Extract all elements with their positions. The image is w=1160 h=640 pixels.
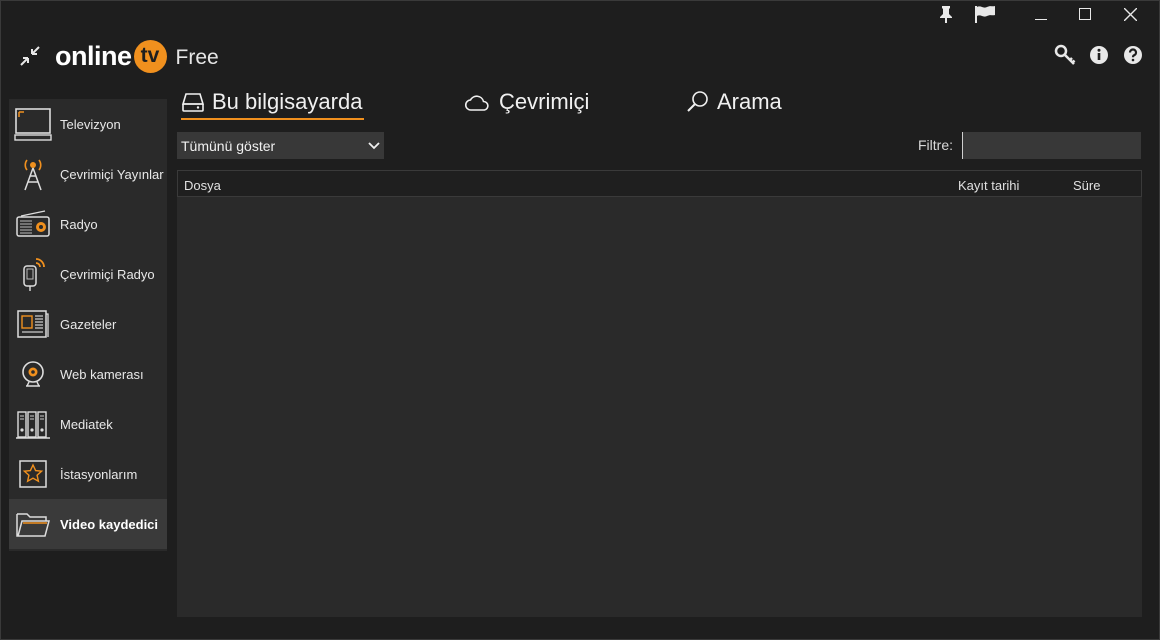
sidebar-item-cevrimici-yayinlar[interactable]: Çevrimiçi Yayınlar xyxy=(9,149,167,199)
column-header-sure[interactable]: Süre xyxy=(1073,178,1100,193)
select-value: Tümünü göster xyxy=(181,137,276,154)
brand-name: online xyxy=(55,40,132,71)
webcam-icon xyxy=(14,355,52,393)
hard-drive-icon xyxy=(181,91,212,113)
help-icon[interactable] xyxy=(1121,43,1145,67)
sidebar-item-televizyon[interactable]: Televizyon xyxy=(9,99,167,149)
filter-input[interactable] xyxy=(962,132,1141,159)
info-icon[interactable] xyxy=(1087,43,1111,67)
tab-bu-bilgisayarda[interactable]: Bu bilgisayarda xyxy=(181,87,365,120)
sidebar-item-label: İstasyonlarım xyxy=(60,466,138,482)
sidebar-item-mediatek[interactable]: Mediatek xyxy=(9,399,167,449)
chevron-down-icon xyxy=(368,141,380,150)
tab-label: Arama xyxy=(717,89,782,114)
column-header-kayit-tarihi[interactable]: Kayıt tarihi xyxy=(958,178,1019,193)
radio-icon xyxy=(14,205,52,243)
tab-arama[interactable]: Arama xyxy=(686,87,782,117)
sidebar: Televizyon Çevrimiçi Yayınlar Radyo Çevr… xyxy=(9,99,167,551)
mobile-radio-icon xyxy=(14,255,52,293)
key-icon[interactable] xyxy=(1053,43,1077,67)
brand-tv-badge: tv xyxy=(133,39,167,73)
cloud-icon xyxy=(464,92,499,112)
tab-label: Çevrimiçi xyxy=(499,89,590,114)
tab-label: Bu bilgisayarda xyxy=(212,89,363,114)
sidebar-item-radyo[interactable]: Radyo xyxy=(9,199,167,249)
flag-icon[interactable] xyxy=(973,1,997,27)
sidebar-item-label: Gazeteler xyxy=(60,316,117,332)
maximize-icon[interactable] xyxy=(1073,1,1097,27)
tv-icon xyxy=(14,105,52,143)
sidebar-item-label: Çevrimiçi Radyo xyxy=(60,266,155,282)
sidebar-item-label: Çevrimiçi Yayınlar xyxy=(60,166,164,182)
sidebar-item-istasyonlarim[interactable]: İstasyonlarım xyxy=(9,449,167,499)
sidebar-item-video-kaydedici[interactable]: Video kaydedici xyxy=(9,499,167,549)
column-header-dosya[interactable]: Dosya xyxy=(184,178,221,193)
sidebar-item-label: Televizyon xyxy=(60,116,121,132)
pin-icon[interactable] xyxy=(935,1,957,27)
search-icon xyxy=(686,90,717,114)
sidebar-item-label: Video kaydedici xyxy=(60,516,159,532)
recordings-table: Dosya Kayıt tarihi Süre xyxy=(177,170,1142,617)
star-icon xyxy=(14,455,52,493)
table-header: Dosya Kayıt tarihi Süre xyxy=(177,170,1142,197)
minimize-icon[interactable] xyxy=(1029,1,1053,27)
edition-label: Free xyxy=(175,45,219,69)
media-library-icon xyxy=(14,405,52,443)
close-icon[interactable] xyxy=(1117,1,1143,27)
sidebar-item-web-kamerasi[interactable]: Web kamerası xyxy=(9,349,167,399)
sidebar-item-cevrimici-radyo[interactable]: Çevrimiçi Radyo xyxy=(9,249,167,299)
sidebar-item-label: Radyo xyxy=(60,216,98,232)
app-logo: online tv Free xyxy=(19,39,219,73)
app-window: online tv Free Televizyon Çevrimiçi Yayı… xyxy=(0,0,1160,640)
sidebar-item-label: Web kamerası xyxy=(60,366,144,382)
newspaper-icon xyxy=(14,305,52,343)
folder-icon xyxy=(14,505,52,543)
sidebar-item-label: Mediatek xyxy=(60,416,113,432)
tab-cevrimici[interactable]: Çevrimiçi xyxy=(464,87,589,117)
filter-label: Filtre: xyxy=(918,137,953,153)
sidebar-item-gazeteler[interactable]: Gazeteler xyxy=(9,299,167,349)
collapse-arrows-icon[interactable] xyxy=(19,45,41,67)
show-filter-select[interactable]: Tümünü göster xyxy=(177,132,384,159)
broadcast-antenna-icon xyxy=(14,155,52,193)
